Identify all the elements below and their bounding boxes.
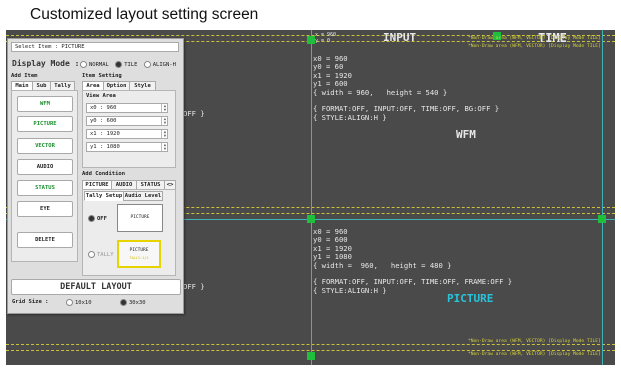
grid-10-label: 10x10	[75, 300, 92, 306]
off-preview-box: PICTURE	[117, 204, 163, 232]
caption: Customized layout setting screen	[30, 6, 259, 23]
add-status-button[interactable]: STATUS	[17, 180, 73, 196]
mode-tile-radio[interactable]	[115, 61, 123, 68]
grid-size-label: Grid Size :	[12, 299, 49, 305]
y1-field[interactable]: y1 : 1080	[86, 142, 168, 152]
resize-handle[interactable]	[307, 36, 315, 44]
tab-audio-level[interactable]: Audio Level	[123, 191, 163, 201]
nondraw-note: *Non-Draw area (WFM, VECTOR) [Display Mo…	[468, 339, 601, 344]
x1-spinner[interactable]: ▲ ▼	[161, 130, 168, 138]
display-mode-label: Display Mode :	[12, 59, 80, 68]
view-area-label: View Area	[86, 93, 116, 99]
picture-area-info: x0 = 960 y0 = 600 x1 = 1920 y1 = 1080 { …	[313, 227, 513, 295]
mode-align-h-label: ALIGN-H	[152, 62, 176, 68]
layout-divider-vertical	[311, 30, 312, 365]
grid-10-radio[interactable]	[66, 299, 73, 306]
off-label: OFF	[97, 216, 107, 222]
select-item-field[interactable]: Select Item : PICTURE	[11, 42, 179, 52]
nondraw-note: *Non-Draw area (WFM, VECTOR) [Display Mo…	[468, 44, 601, 49]
add-condition-label: Add Condition	[82, 171, 126, 177]
y0-spinner[interactable]: ▲ ▼	[161, 117, 168, 125]
wfm-area-label: WFM	[456, 128, 476, 141]
grid-10-option[interactable]: 10x10	[66, 299, 92, 306]
add-item-label: Add Item	[11, 73, 38, 79]
wfm-area-info: x0 = 960 y0 = 60 x1 = 1920 y1 = 600 { wi…	[313, 54, 500, 122]
tally-preview-box: PICTURE TALLY:1/2	[117, 240, 161, 268]
add-picture-button[interactable]: PICTURE	[17, 116, 73, 132]
layout-settings-panel: Select Item : PICTURE Display Mode : NOR…	[7, 38, 184, 314]
display-mode-options: NORMAL TILE ALIGN-H	[80, 61, 176, 68]
hidden-area-text: OFF }	[183, 282, 205, 291]
x0-field[interactable]: x0 : 960	[86, 103, 168, 113]
tally-preview-title: PICTURE	[129, 248, 149, 253]
nondraw-note: *Non-Draw area (WFM, VECTOR) [Display Mo…	[468, 352, 601, 357]
y0-field[interactable]: y0 : 600	[86, 116, 168, 126]
resize-handle[interactable]	[598, 215, 606, 223]
add-wfm-button[interactable]: WFM	[17, 96, 73, 112]
layout-divider-right	[602, 30, 603, 365]
tally-radio[interactable]	[88, 251, 95, 258]
resize-handle[interactable]	[307, 215, 315, 223]
tally-label: TALLY	[97, 252, 114, 258]
add-eye-button[interactable]: EYE	[17, 201, 73, 217]
hidden-area-text: OFF }	[183, 109, 205, 118]
picture-area-label: PICTURE	[447, 292, 494, 305]
add-audio-button[interactable]: AUDIO	[17, 159, 73, 175]
item-setting-label: Item Setting	[82, 73, 122, 79]
grid-30-radio[interactable]	[120, 299, 127, 306]
default-layout-button[interactable]: DEFAULT LAYOUT	[11, 279, 181, 295]
tally-option[interactable]: TALLY	[88, 251, 114, 258]
add-vector-button[interactable]: VECTOR	[17, 138, 73, 154]
off-radio[interactable]	[88, 215, 95, 222]
nondraw-note: *Non-Draw area (WFM, VECTOR) [Display Mo…	[468, 36, 601, 41]
resize-handle[interactable]	[307, 352, 315, 360]
grid-30-option[interactable]: 30x30	[120, 299, 146, 306]
mode-normal-radio[interactable]	[80, 61, 87, 68]
tally-preview-sub: TALLY:1/2	[129, 256, 149, 260]
tab-tally-setup[interactable]: Tally Setup	[84, 191, 124, 201]
off-option[interactable]: OFF	[88, 215, 107, 222]
y1-spinner[interactable]: ▲ ▼	[161, 143, 168, 151]
grid-30-label: 30x30	[129, 300, 146, 306]
x0-spinner[interactable]: ▲ ▼	[161, 104, 168, 112]
mode-align-h-radio[interactable]	[143, 61, 151, 68]
x1-field[interactable]: x1 : 1920	[86, 129, 168, 139]
mode-tile-label: TILE	[124, 62, 138, 68]
input-label: INPUT	[383, 31, 417, 44]
mode-normal-label: NORMAL	[89, 62, 109, 68]
delete-button[interactable]: DELETE	[17, 232, 73, 248]
top-xy-readout: x = 960 y = 0	[315, 32, 337, 44]
